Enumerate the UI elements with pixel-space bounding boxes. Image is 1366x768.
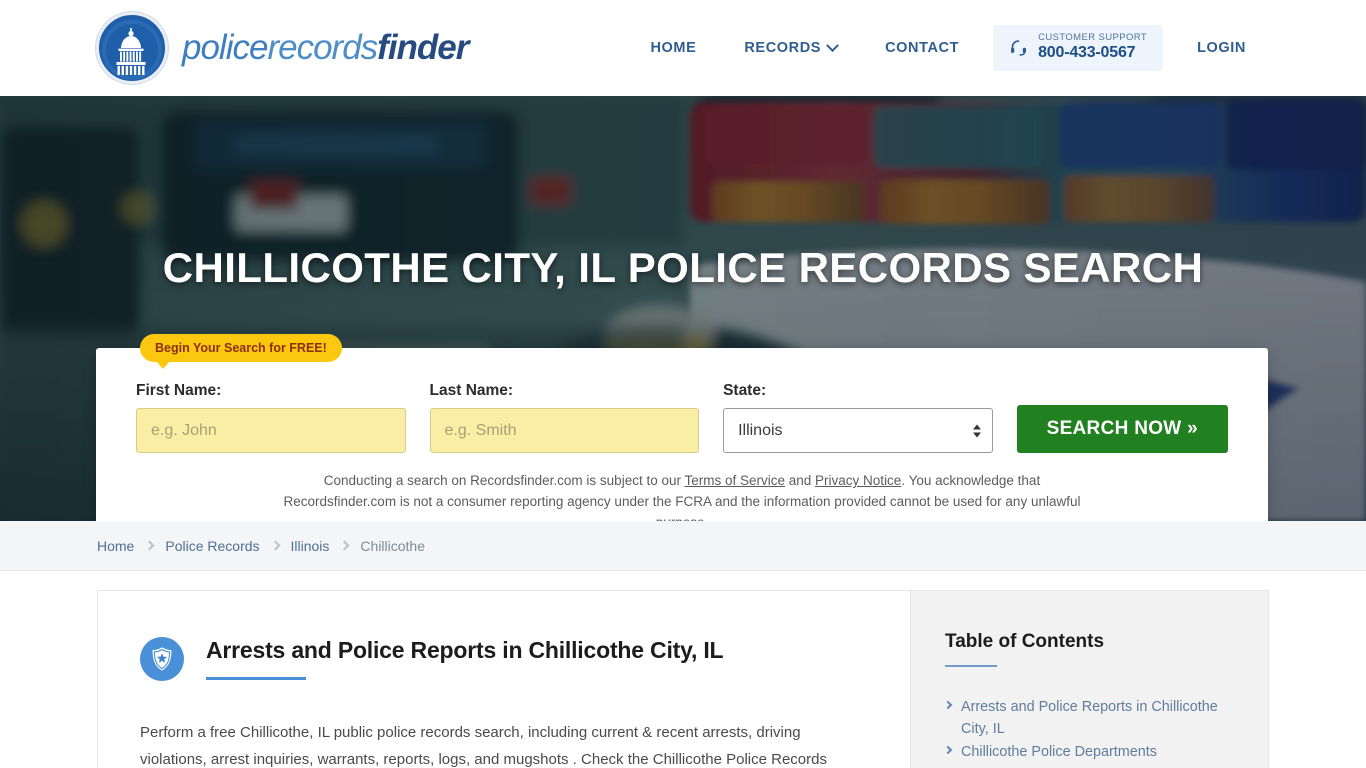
last-name-field-group: Last Name: <box>429 382 700 453</box>
breadcrumb-item-illinois[interactable]: Illinois <box>291 538 330 554</box>
police-shield-icon <box>140 637 184 681</box>
content-wrapper: Arrests and Police Reports in Chillicoth… <box>97 590 1269 768</box>
nav-item-contact[interactable]: CONTACT <box>861 40 983 56</box>
brand-logo[interactable]: policerecordsfinder <box>96 12 469 84</box>
toc-underline <box>945 665 997 667</box>
capitol-dome-icon <box>96 12 168 84</box>
chevron-right-icon <box>943 745 953 755</box>
intro-paragraph: Perform a free Chillicothe, IL public po… <box>140 724 827 768</box>
nav-item-records-label: RECORDS <box>744 40 822 56</box>
breadcrumb-item-chillicothe: Chillicothe <box>360 537 426 554</box>
table-of-contents-title: Table of Contents <box>945 631 1105 652</box>
brand-wordmark: policerecordsfinder <box>182 28 469 68</box>
search-panel: Begin Your Search for FREE! First Name: … <box>96 334 1268 521</box>
breadcrumb-item-police-records[interactable]: Police Records <box>165 538 259 554</box>
support-phone: 800-433-0567 <box>1038 44 1136 62</box>
last-name-input[interactable] <box>429 408 700 453</box>
state-label: State: <box>723 382 767 399</box>
last-name-label: Last Name: <box>429 382 514 399</box>
hero-section: CHILLICOTHE CITY, IL POLICE RECORDS SEAR… <box>0 96 1366 521</box>
sidebar: Table of Contents Arrests and Police Rep… <box>910 591 1268 768</box>
toc-item-chillicothe-police-departments[interactable]: Chillicothe Police Departments <box>943 742 1240 764</box>
brand-part-finder: finder <box>377 28 469 67</box>
chevron-right-icon <box>943 700 953 710</box>
toc-item-arrests-and-police-reports[interactable]: Arrests and Police Reports in Chillicoth… <box>943 697 1240 740</box>
privacy-notice-link[interactable]: Privacy Notice <box>815 473 901 488</box>
breadcrumb-separator-icon <box>339 540 350 551</box>
state-field-group: State: Illinois <box>723 382 993 453</box>
chevron-down-icon <box>826 38 839 52</box>
main-content: Arrests and Police Reports in Chillicoth… <box>98 591 910 768</box>
search-form: First Name: Last Name: State: Illinois <box>136 382 1228 453</box>
terms-of-service-link[interactable]: Terms of Service <box>684 473 785 488</box>
search-now-button[interactable]: SEARCH NOW » <box>1016 405 1228 453</box>
state-select[interactable]: Illinois <box>723 408 993 453</box>
first-name-field-group: First Name: <box>136 382 406 453</box>
table-of-contents-list: Arrests and Police Reports in Chillicoth… <box>943 697 1240 768</box>
support-label: CUSTOMER SUPPORT <box>1038 32 1148 44</box>
breadcrumb: Home Police Records Illinois Chillicothe <box>0 521 1366 571</box>
site-header: policerecordsfinder HOME RECORDS CONTACT… <box>0 0 1366 96</box>
nav-item-home[interactable]: HOME <box>626 40 720 56</box>
disclaimer-and: and <box>785 473 816 488</box>
section-heading: Arrests and Police Reports in Chillicoth… <box>206 637 724 663</box>
headset-icon <box>1011 39 1027 56</box>
first-name-input[interactable] <box>136 408 406 453</box>
breadcrumb-separator-icon <box>144 540 155 551</box>
brand-part-police: police <box>182 28 268 67</box>
first-name-label: First Name: <box>136 382 222 399</box>
free-search-badge: Begin Your Search for FREE! <box>140 334 342 369</box>
brand-part-records: records <box>267 28 378 67</box>
page-title: CHILLICOTHE CITY, IL POLICE RECORDS SEAR… <box>162 244 1204 291</box>
heading-underline <box>206 677 306 680</box>
customer-support-button[interactable]: CUSTOMER SUPPORT 800-433-0567 <box>993 25 1164 71</box>
breadcrumb-separator-icon <box>270 540 280 551</box>
nav-item-login[interactable]: LOGIN <box>1173 40 1270 56</box>
toc-item-label: Arrests and Police Reports in Chillicoth… <box>961 699 1218 737</box>
disclaimer-text-1: Conducting a search on Recordsfinder.com… <box>323 473 685 488</box>
nav-item-records[interactable]: RECORDS <box>720 38 861 56</box>
search-disclaimer: Conducting a search on Recordsfinder.com… <box>267 471 1097 521</box>
breadcrumb-item-home[interactable]: Home <box>97 538 134 554</box>
toc-item-label: Chillicothe Police Departments <box>961 744 1157 761</box>
main-navigation: HOME RECORDS CONTACT CUSTOMER SUPPORT 80… <box>626 25 1270 71</box>
